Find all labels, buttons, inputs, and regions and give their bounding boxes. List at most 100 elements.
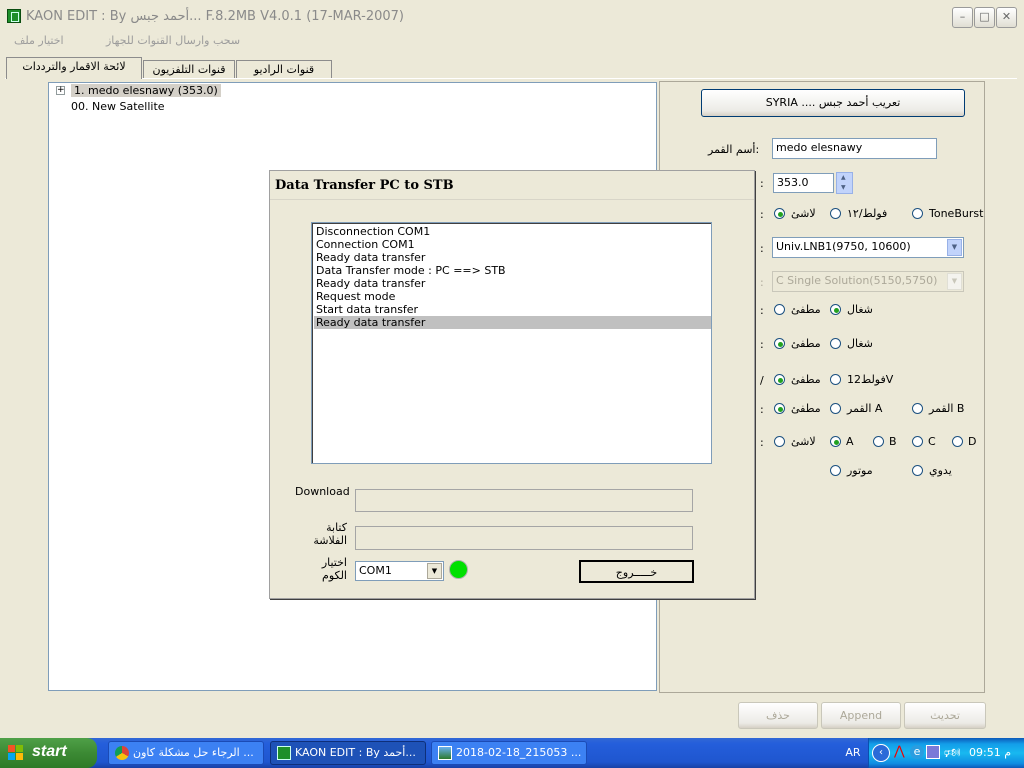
power1-on-radio[interactable] [830,304,841,315]
system-tray: ‹ ⋀ e 🕬 09:51 م [868,738,1024,768]
diseqc-c-radio[interactable] [912,436,923,447]
clock[interactable]: 09:51 م [969,746,1011,759]
tree-expand-icon[interactable]: + [56,86,65,95]
spin-up-icon[interactable]: ▲ [841,174,846,181]
log-item[interactable]: Disconnection COM1 [314,225,711,238]
toneburst-radio[interactable] [912,208,923,219]
taskbar-item-kaon-edit[interactable]: KAON EDIT : By أحمد... [270,741,426,765]
chevron-down-icon: ▼ [947,273,962,290]
tab-satellites[interactable]: لائحة الاقمار والترددات [6,57,142,79]
tree-item-new-satellite[interactable]: 00. New Satellite [71,100,165,113]
lnb-type-select[interactable]: Univ.LNB1(9750, 10600) ▼ [772,237,964,258]
sat-b-radio[interactable] [912,403,923,414]
position-spinner[interactable]: ▲ ▼ [836,172,853,194]
taskbar-item-label: الرجاء حل مشكلة كاون ... [133,746,254,759]
label-fragment: : [760,304,764,317]
kaon-app-icon [7,9,21,23]
close-button[interactable]: ✕ [996,7,1017,28]
label-fragment: / [760,374,764,387]
v12-on-radio[interactable] [830,374,841,385]
diseqc-c-label: C [928,435,936,448]
spin-down-icon[interactable]: ▼ [841,184,846,191]
power2-off-radio[interactable] [774,338,785,349]
diseqc-none-label: لاشئ [791,435,816,448]
credit-button[interactable]: SYRIA .... تعريب أحمد جبس [701,89,965,117]
com-label-line2: الكوم [322,569,347,582]
tone-12v-label: فولط/١٢ [847,207,888,220]
diseqc-d-radio[interactable] [952,436,963,447]
data-transfer-dialog: Data Transfer PC to STB Disconnection CO… [269,170,755,599]
menu-transfer-channels[interactable]: سحب وارسال القنوات للجهاز [106,34,240,47]
append-button[interactable]: Append [821,702,901,729]
log-item[interactable]: Request mode [314,290,711,303]
log-item-selected[interactable]: Ready data transfer [314,316,711,329]
log-item[interactable]: Data Transfer mode : PC ==> STB [314,264,711,277]
maximize-button[interactable]: □ [974,7,995,28]
tab-radio-channels[interactable]: قنوات الراديو [236,60,332,78]
exit-button[interactable]: خـــــروج [579,560,694,583]
kaon-app-icon [277,746,291,760]
label-fragment: : [760,208,764,221]
speaker-icon[interactable]: 🕬 [944,744,961,761]
title-bar[interactable]: KAON EDIT : By أحمد جبس... F.8.2MB V4.0.… [0,0,1024,34]
manual-radio[interactable] [912,465,923,476]
power1-off-radio[interactable] [774,304,785,315]
ie-icon[interactable]: e [910,745,924,759]
download-label: Download [295,485,350,498]
taskbar-item-label: KAON EDIT : By أحمد... [295,746,416,759]
dialog-title-bar[interactable]: Data Transfer PC to STB [270,171,754,200]
diseqc-b-label: B [889,435,897,448]
taskbar-item-image-viewer[interactable]: 2018-02-18_215053 ... [431,741,587,765]
start-button[interactable]: start [0,738,97,768]
label-fragment: : [760,403,764,416]
tab-tv-channels[interactable]: قنوات التلفزيون [143,60,235,78]
chevron-down-icon[interactable]: ▼ [427,563,442,579]
power2-on-label: شغال [847,337,873,350]
com-port-select[interactable]: COM1 ▼ [355,561,444,581]
manual-label: يدوي [929,464,952,477]
c-band-value: C Single Solution(5150,5750) [776,274,938,287]
log-item[interactable]: Ready data transfer [314,251,711,264]
taskbar-item-label: 2018-02-18_215053 ... [456,746,582,759]
download-progress-bar [355,489,693,512]
windows-logo-icon [8,745,24,761]
update-button[interactable]: تحديث [904,702,986,729]
diseqc-none-radio[interactable] [774,436,785,447]
diseqc-b-radio[interactable] [873,436,884,447]
minimize-button[interactable]: – [952,7,973,28]
connection-status-indicator [449,560,468,579]
power2-on-radio[interactable] [830,338,841,349]
motor-radio[interactable] [830,465,841,476]
tone-12v-radio[interactable] [830,208,841,219]
sat-off-radio[interactable] [774,403,785,414]
chevron-down-icon[interactable]: ▼ [947,239,962,256]
lnb-type-value: Univ.LNB1(9750, 10600) [776,240,911,253]
sat-a-radio[interactable] [830,403,841,414]
log-item[interactable]: Start data transfer [314,303,711,316]
label-fragment: : [760,436,764,449]
v12-off-radio[interactable] [774,374,785,385]
delete-button[interactable]: حذف [738,702,818,729]
com-port-value: COM1 [359,564,392,577]
log-item[interactable]: Connection COM1 [314,238,711,251]
transfer-log-list[interactable]: Disconnection COM1 Connection COM1 Ready… [311,222,712,464]
tone-none-radio[interactable] [774,208,785,219]
sat-b-label: القمر B [929,402,965,415]
taskbar-item-browser[interactable]: الرجاء حل مشكلة كاون ... [108,741,264,765]
label-fragment: : [760,242,764,255]
tray-expand-icon[interactable]: ‹ [872,744,890,762]
menu-open-file[interactable]: اختيار ملف [14,34,64,47]
tree-item-satellite[interactable]: 1. medo elesnawy (353.0) [71,84,221,97]
v12-off-label: مطفئ [791,373,821,386]
network-icon[interactable] [926,745,940,759]
diseqc-a-radio[interactable] [830,436,841,447]
power2-off-label: مطفئ [791,337,821,350]
power1-off-label: مطفئ [791,303,821,316]
flash-progress-bar [355,526,693,550]
tray-app-icon[interactable]: ⋀ [894,745,908,759]
language-indicator[interactable]: AR [838,738,868,768]
satellite-name-input[interactable]: medo elesnawy [772,138,937,159]
position-input[interactable]: 353.0 [773,173,834,193]
log-item[interactable]: Ready data transfer [314,277,711,290]
label-fragment: : [760,177,764,190]
